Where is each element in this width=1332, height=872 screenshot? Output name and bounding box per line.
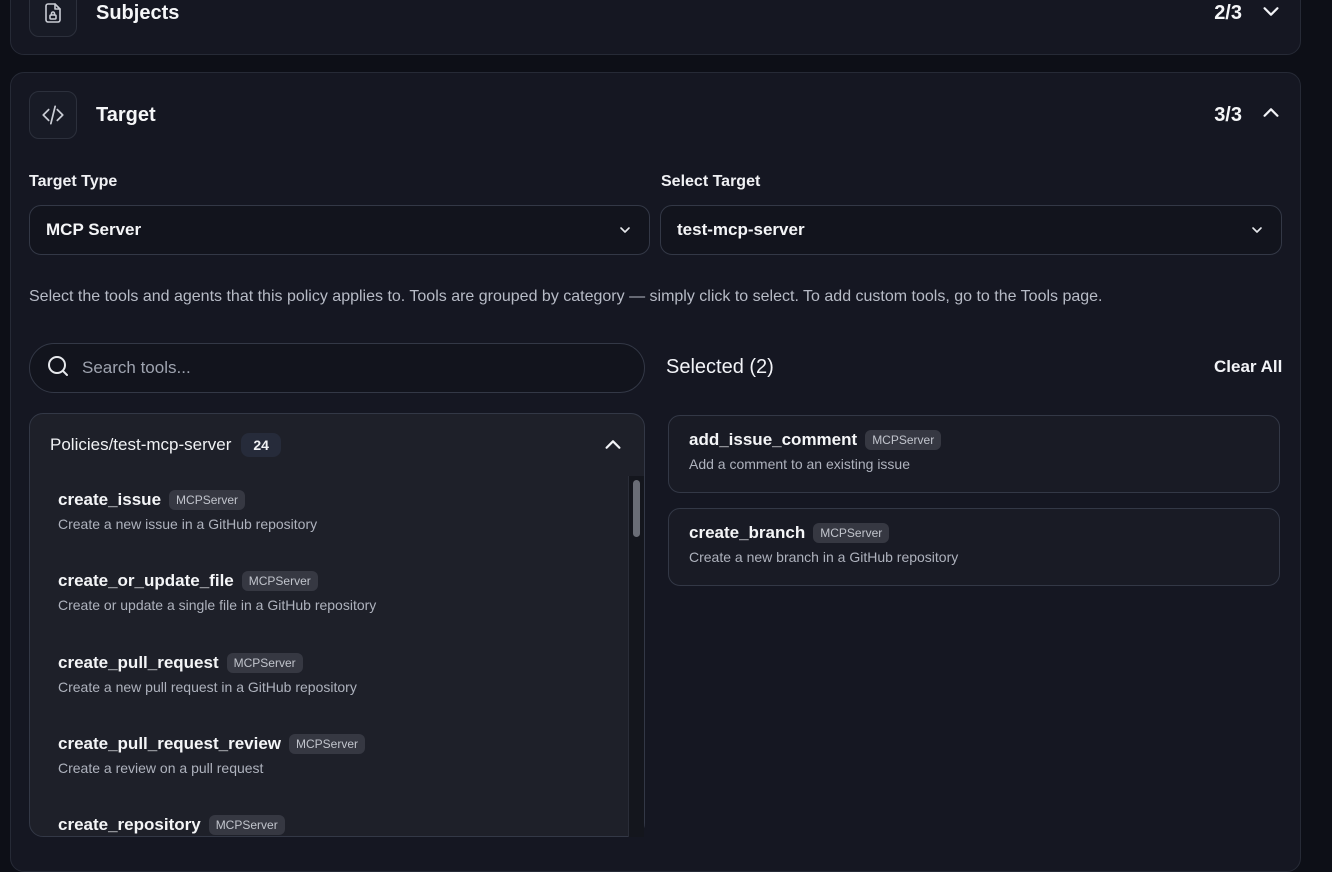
tool-name: create_or_update_file [58, 571, 234, 590]
search-box [29, 343, 645, 393]
search-input[interactable] [82, 358, 582, 378]
selected-tool-description: Create a new branch in a GitHub reposito… [689, 549, 959, 565]
tool-group-name: Policies/test-mcp-server [50, 435, 232, 454]
target-type-select[interactable]: MCP Server [29, 205, 650, 255]
tool-badge: MCPServer [241, 571, 318, 591]
clear-all-button[interactable]: Clear All [1214, 357, 1282, 377]
tool-name: create_pull_request [58, 653, 219, 672]
tool-description: Create a review on a pull request [58, 760, 264, 776]
code-icon [29, 91, 77, 139]
selected-tool-description: Add a comment to an existing issue [689, 456, 911, 472]
tool-description: Create a new issue in a GitHub repositor… [58, 516, 318, 532]
tool-group: Policies/test-mcp-server 24 create_issue… [29, 413, 645, 837]
tool-name: create_repository [58, 815, 201, 834]
target-progress: 3/3 [1214, 103, 1242, 126]
tool-item[interactable]: create_issue MCPServer Create a new issu… [58, 490, 317, 532]
target-title: Target [96, 103, 156, 126]
file-lock-icon [29, 0, 77, 37]
chevron-up-icon[interactable] [602, 434, 624, 456]
selected-tool-badge: MCPServer [865, 430, 942, 450]
tool-badge: MCPServer [169, 490, 246, 510]
chevron-up-icon[interactable] [1260, 102, 1282, 129]
tool-description: Create a new pull request in a GitHub re… [58, 679, 357, 695]
selected-tool-name: add_issue_comment [689, 430, 858, 449]
tool-item[interactable]: create_pull_request MCPServer Create a n… [58, 653, 357, 695]
tool-item[interactable]: create_pull_request_review MCPServer Cre… [58, 734, 366, 776]
selected-item[interactable]: add_issue_comment MCPServer Add a commen… [668, 415, 1280, 493]
select-target-value: test-mcp-server [677, 220, 805, 239]
search-icon [46, 354, 70, 383]
selected-title: Selected (2) [666, 356, 774, 378]
target-header[interactable]: Target 3/3 [29, 91, 1282, 139]
tool-group-count: 24 [241, 433, 281, 457]
select-target-label: Select Target [661, 173, 761, 190]
target-type-value: MCP Server [46, 220, 142, 239]
selected-item[interactable]: create_branch MCPServer Create a new bra… [668, 508, 1280, 586]
tool-badge: MCPServer [289, 734, 366, 754]
subjects-header[interactable]: Subjects 2/3 [29, 0, 1282, 37]
tool-name: create_pull_request_review [58, 734, 282, 753]
selected-tool-name: create_branch [689, 523, 806, 542]
tool-description: Create or update a single file in a GitH… [58, 597, 377, 613]
selected-tool-badge: MCPServer [813, 523, 890, 543]
chevron-down-icon[interactable] [1260, 0, 1282, 27]
subjects-title: Subjects [96, 1, 180, 24]
scrollbar-thumb[interactable] [633, 480, 640, 537]
tool-group-header[interactable]: Policies/test-mcp-server 24 [50, 433, 624, 457]
chevron-down-icon [617, 222, 633, 238]
target-type-label: Target Type [29, 173, 118, 190]
tool-name: create_issue [58, 490, 162, 509]
tool-badge: MCPServer [226, 653, 303, 673]
subjects-section: Subjects 2/3 [10, 0, 1301, 55]
tool-item[interactable]: create_or_update_file MCPServer Create o… [58, 571, 376, 613]
help-text: Select the tools and agents that this po… [29, 288, 1103, 305]
chevron-down-icon [1249, 222, 1265, 238]
tool-item[interactable]: create_repository MCPServer [58, 815, 285, 835]
subjects-progress: 2/3 [1214, 1, 1242, 24]
tool-badge: MCPServer [208, 815, 285, 835]
select-target-select[interactable]: test-mcp-server [660, 205, 1282, 255]
